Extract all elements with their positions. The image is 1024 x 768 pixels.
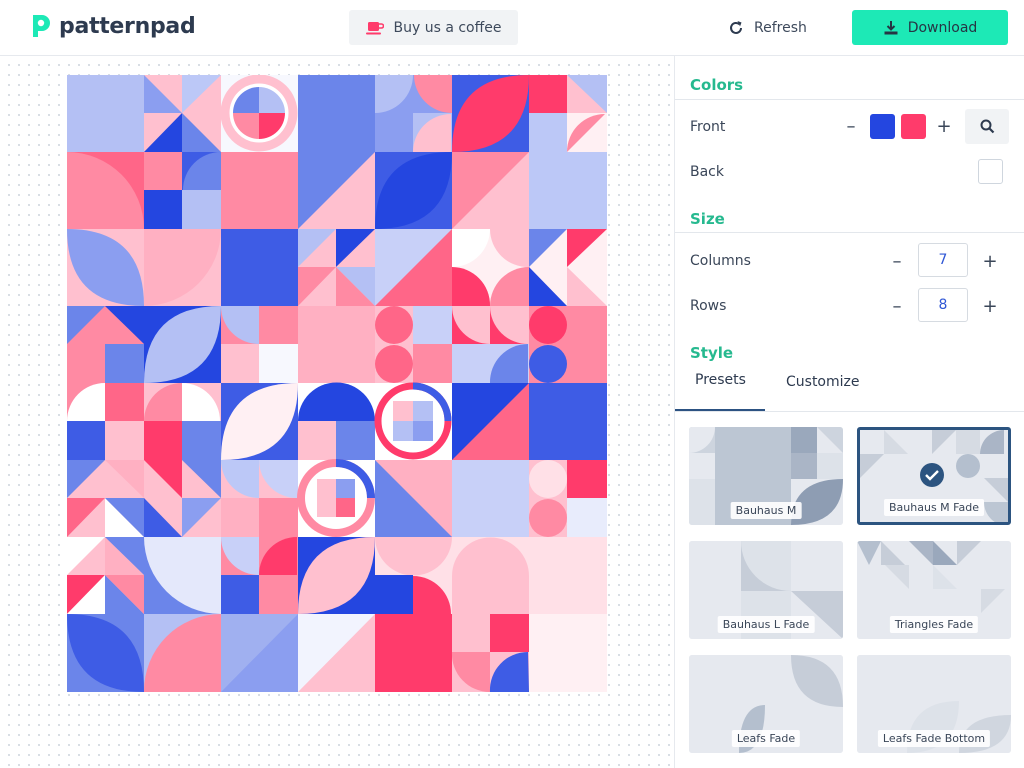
front-add-color-button[interactable]: + [934,117,954,137]
header: patternpad Buy us a coffee Refresh Downl… [0,0,1024,56]
preset-leafs-fade-bottom[interactable]: Leafs Fade Bottom [857,655,1011,753]
preset-label: Bauhaus L Fade [717,616,815,633]
color-search-button[interactable] [965,109,1009,144]
logo-text: patternpad [59,13,196,39]
rows-increment-button[interactable]: + [980,297,1000,317]
preset-bauhaus-m[interactable]: Bauhaus M [689,427,843,525]
back-color-swatch[interactable] [978,159,1003,184]
divider [675,232,1024,233]
buy-coffee-button[interactable]: Buy us a coffee [349,10,518,45]
download-button[interactable]: Download [852,10,1008,45]
logo-icon [33,15,50,37]
download-icon [884,20,898,34]
refresh-icon [730,20,742,34]
download-label: Download [907,19,978,36]
buy-coffee-label: Buy us a coffee [393,19,502,36]
style-section-title: Style [690,344,734,362]
divider [675,99,1024,100]
columns-input[interactable]: 7 [918,243,968,277]
refresh-label: Refresh [754,19,807,36]
front-remove-color-button[interactable]: – [841,117,861,137]
active-tab-indicator [675,409,765,411]
preset-bauhaus-l-fade[interactable]: Bauhaus L Fade [689,541,843,639]
preset-label: Leafs Fade Bottom [877,730,991,747]
pattern-preview[interactable] [67,75,607,692]
size-section-title: Size [690,210,725,228]
preset-triangles-fade[interactable]: Triangles Fade [857,541,1011,639]
refresh-button[interactable]: Refresh [728,10,807,45]
logo[interactable]: patternpad [30,13,196,39]
preset-label: Bauhaus M Fade [884,499,984,516]
columns-label: Columns [690,253,751,269]
tab-presets[interactable]: Presets [695,372,746,388]
front-label: Front [690,119,726,135]
columns-increment-button[interactable]: + [980,252,1000,272]
rows-input[interactable]: 8 [918,288,968,322]
colors-section-title: Colors [690,76,744,94]
settings-sidebar: Colors Front – + Back Size Columns – 7 +… [674,56,1024,768]
back-label: Back [690,164,724,180]
divider [675,411,1024,412]
preset-bauhaus-m-fade[interactable]: Bauhaus M Fade [857,427,1011,525]
canvas-area [0,56,674,768]
preset-leafs-fade[interactable]: Leafs Fade [689,655,843,753]
preset-label: Bauhaus M [730,502,802,519]
rows-label: Rows [690,298,727,314]
rows-decrement-button[interactable]: – [887,297,907,317]
preset-label: Triangles Fade [889,616,979,633]
columns-decrement-button[interactable]: – [887,252,907,272]
preset-label: Leafs Fade [731,730,801,747]
search-icon [980,119,995,134]
front-color-swatch-blue[interactable] [870,114,895,139]
front-color-swatch-pink[interactable] [901,114,926,139]
tab-customize[interactable]: Customize [786,374,860,390]
coffee-icon [365,21,384,34]
